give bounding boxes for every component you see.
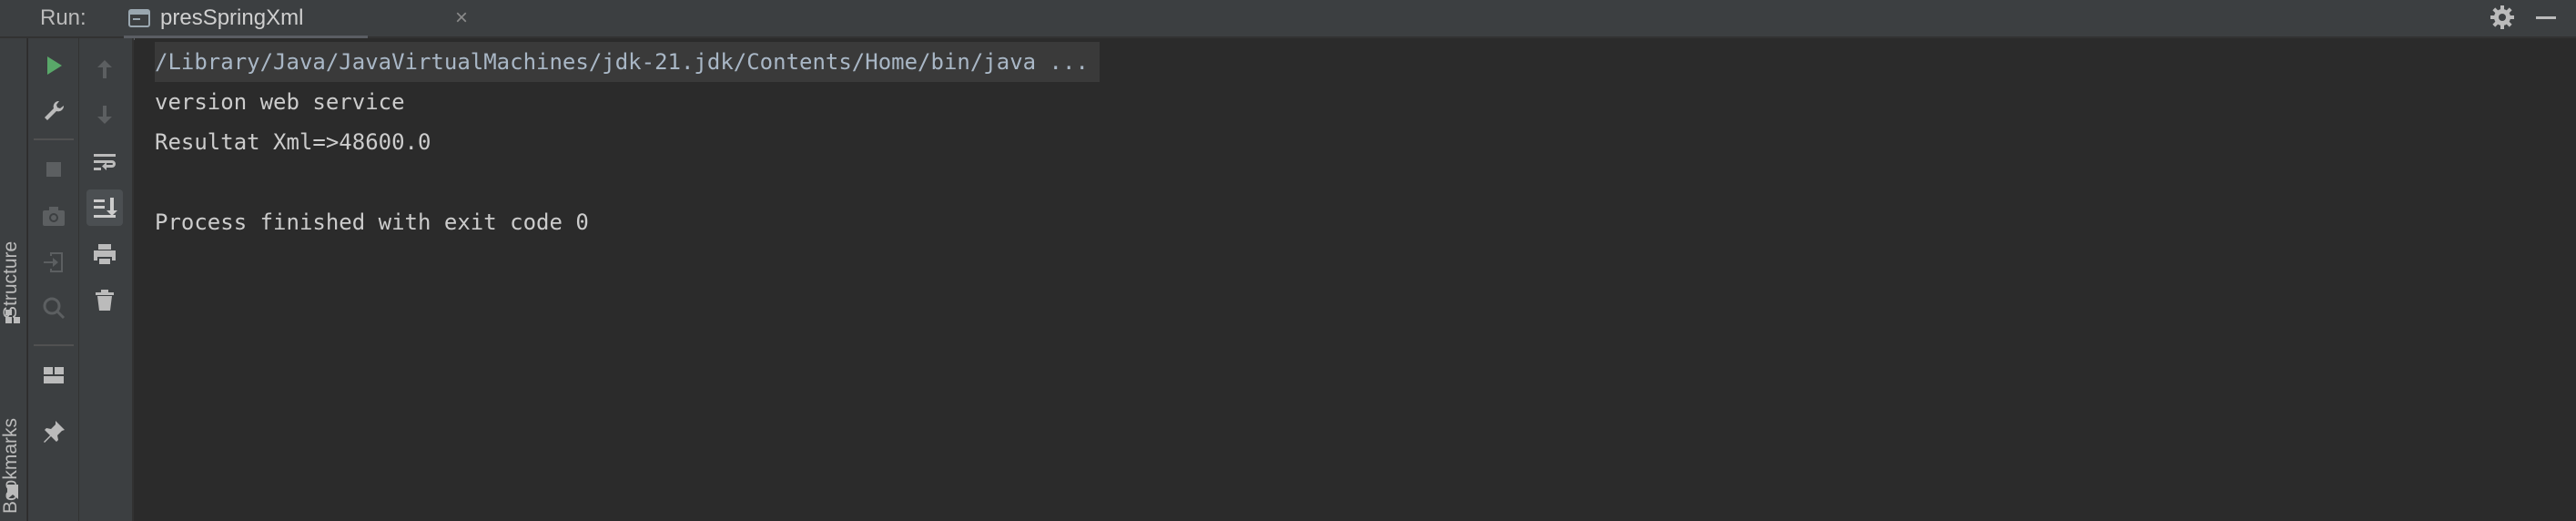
exit-button[interactable]	[35, 244, 72, 281]
camera-icon	[43, 207, 65, 226]
toolbar-separator	[34, 138, 74, 140]
gear-icon[interactable]	[2489, 4, 2516, 31]
tab-presspringxml[interactable]: presSpringXml ×	[124, 0, 468, 40]
rerun-button[interactable]	[35, 47, 72, 84]
wrench-icon	[45, 100, 65, 120]
scroll-to-end-icon	[94, 198, 117, 218]
console-output[interactable]: /Library/Java/JavaVirtualMachines/jdk-21…	[135, 38, 2576, 521]
toolbar-separator	[34, 344, 74, 346]
tab-close-icon[interactable]: ×	[455, 5, 468, 32]
pin-tab-button[interactable]	[35, 414, 72, 450]
console-toolbar	[79, 38, 134, 521]
run-tool-window-header: Run: presSpringXml ×	[0, 0, 2576, 40]
up-arrow-icon	[97, 60, 112, 78]
layout-icon	[44, 367, 64, 383]
stop-icon	[46, 162, 61, 177]
soft-wrap-button[interactable]	[86, 144, 123, 180]
layout-button[interactable]	[35, 357, 72, 393]
stop-button[interactable]	[35, 151, 72, 188]
bookmarks-tool-button[interactable]: Bookmarks	[0, 418, 22, 514]
previous-occurrence-button[interactable]	[86, 51, 123, 87]
print-button[interactable]	[86, 237, 123, 273]
exit-icon	[44, 252, 63, 272]
run-icon	[47, 56, 62, 75]
inspect-button[interactable]	[35, 290, 72, 326]
print-icon	[94, 244, 116, 266]
tab-title: presSpringXml	[160, 5, 304, 30]
soft-wrap-icon	[94, 154, 116, 170]
left-tool-strip: Structure Bookmarks	[0, 38, 27, 521]
minimize-icon[interactable]	[2536, 16, 2556, 19]
trash-icon	[96, 290, 114, 311]
edit-configuration-button[interactable]	[35, 93, 72, 129]
down-arrow-icon	[97, 106, 112, 124]
console-tab-icon	[128, 9, 150, 27]
dump-threads-button[interactable]	[35, 199, 72, 235]
scroll-to-end-button[interactable]	[86, 189, 123, 226]
clear-all-button[interactable]	[86, 282, 123, 319]
run-toolbar	[28, 38, 79, 521]
pin-icon	[44, 421, 65, 443]
run-label: Run:	[40, 5, 86, 30]
inspect-icon	[43, 297, 66, 320]
structure-tool-button[interactable]: Structure	[0, 241, 22, 319]
console-line-command[interactable]: /Library/Java/JavaVirtualMachines/jdk-21…	[155, 42, 1100, 82]
console-line-exit: Process finished with exit code 0	[155, 209, 589, 235]
console-line: Resultat Xml=>48600.0	[155, 129, 431, 155]
next-occurrence-button[interactable]	[86, 97, 123, 133]
console-line: version web service	[155, 89, 405, 115]
